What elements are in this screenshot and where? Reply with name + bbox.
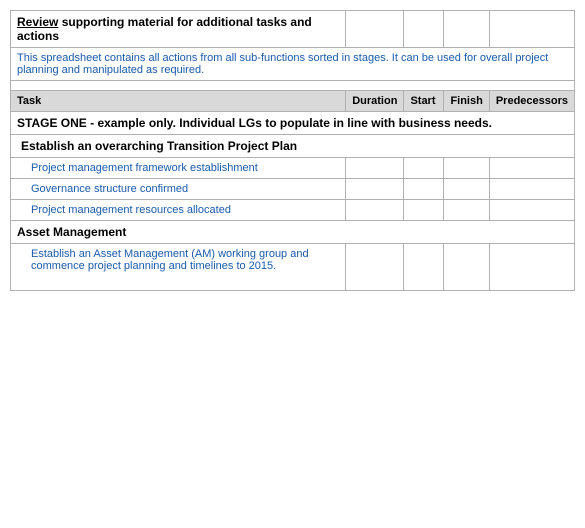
task-duration-2 [346,179,404,200]
header-duration-empty [346,11,404,48]
task-finish-1 [444,158,489,179]
task-pred-3 [489,200,574,221]
spacer-cell [11,81,575,91]
info-cell: This spreadsheet contains all actions fr… [11,48,575,81]
header-row: Review supporting material for additiona… [11,11,575,48]
task-row-3: Project management resources allocated [11,200,575,221]
col-header-start: Start [404,91,444,112]
info-text: This spreadsheet contains all actions fr… [17,52,548,76]
stage-one-label: STAGE ONE - example only. Individual LGs… [17,116,492,130]
header-start-empty [404,11,444,48]
task-pred-2 [489,179,574,200]
task-row-1: Project management framework establishme… [11,158,575,179]
col-header-finish: Finish [444,91,489,112]
section1-header-cell: Establish an overarching Transition Proj… [11,135,575,158]
info-row: This spreadsheet contains all actions fr… [11,48,575,81]
task-cell-4: Establish an Asset Management (AM) worki… [11,244,346,291]
header-highlight: Review [17,15,58,29]
header-finish-empty [444,11,489,48]
task-start-4 [404,244,444,291]
spacer-row [11,81,575,91]
stage-one-row: STAGE ONE - example only. Individual LGs… [11,112,575,135]
main-table: Review supporting material for additiona… [10,10,575,291]
task-row-2: Governance structure confirmed [11,179,575,200]
task-pred-1 [489,158,574,179]
header-rest: supporting material for additional tasks… [17,15,312,43]
section1-header-row: Establish an overarching Transition Proj… [11,135,575,158]
task-cell-1: Project management framework establishme… [11,158,346,179]
task-cell-2: Governance structure confirmed [11,179,346,200]
section1-header-label: Establish an overarching Transition Proj… [21,139,297,153]
task-pred-4 [489,244,574,291]
col-header-predecessors: Predecessors [489,91,574,112]
col-header-task: Task [11,91,346,112]
section2-header-row: Asset Management [11,221,575,244]
task-finish-3 [444,200,489,221]
task-cell-3: Project management resources allocated [11,200,346,221]
task-start-2 [404,179,444,200]
col-header-duration: Duration [346,91,404,112]
stage-one-cell: STAGE ONE - example only. Individual LGs… [11,112,575,135]
task-row-4: Establish an Asset Management (AM) worki… [11,244,575,291]
task-start-1 [404,158,444,179]
page-wrapper: Review supporting material for additiona… [0,0,585,528]
task-duration-1 [346,158,404,179]
task-duration-4 [346,244,404,291]
main-header-cell: Review supporting material for additiona… [11,11,346,48]
task-start-3 [404,200,444,221]
task-finish-2 [444,179,489,200]
section2-header-cell: Asset Management [11,221,575,244]
section2-header-label: Asset Management [17,225,126,239]
task-finish-4 [444,244,489,291]
header-pred-empty [489,11,574,48]
column-header-row: Task Duration Start Finish Predecessors [11,91,575,112]
task-duration-3 [346,200,404,221]
